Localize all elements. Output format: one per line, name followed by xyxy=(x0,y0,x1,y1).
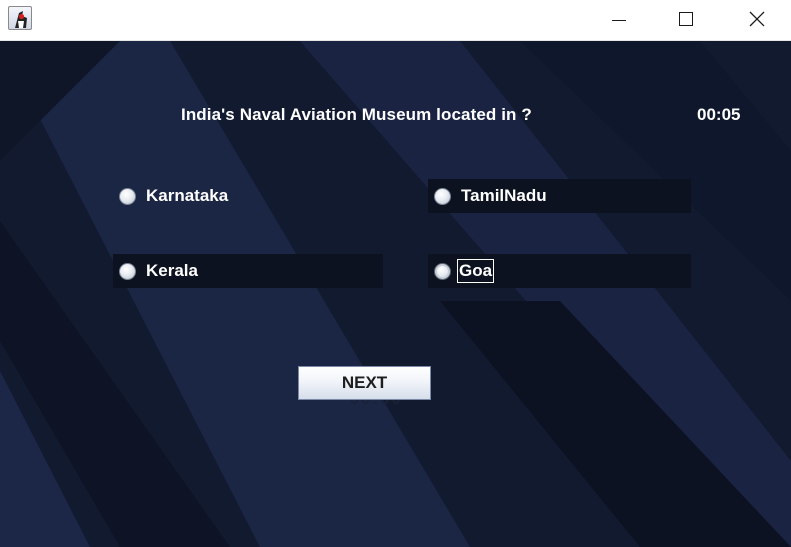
quiz-panel: India's Naval Aviation Museum located in… xyxy=(0,41,791,547)
next-button[interactable]: NEXT xyxy=(298,366,431,400)
close-icon xyxy=(749,11,765,27)
radio-button[interactable] xyxy=(119,187,136,205)
countdown-timer: 00:05 xyxy=(697,105,741,124)
option-karnataka[interactable]: Karnataka xyxy=(113,179,383,213)
option-label: TamilNadu xyxy=(461,186,547,205)
option-label: Karnataka xyxy=(146,186,229,205)
window-titlebar xyxy=(0,0,791,41)
option-goa[interactable]: Goa xyxy=(428,254,691,288)
option-kerala[interactable]: Kerala xyxy=(113,254,383,288)
maximize-button[interactable] xyxy=(663,0,709,38)
minimize-icon xyxy=(612,19,626,21)
option-tamilnadu[interactable]: TamilNadu xyxy=(428,179,691,213)
radio-button[interactable] xyxy=(434,262,451,280)
option-label: Kerala xyxy=(146,261,198,280)
java-duke-icon xyxy=(8,6,32,30)
option-label: Goa xyxy=(456,259,495,283)
question-text: India's Naval Aviation Museum located in… xyxy=(181,105,532,124)
maximize-icon xyxy=(679,12,693,26)
minimize-button[interactable] xyxy=(596,0,642,38)
close-button[interactable] xyxy=(734,0,780,38)
radio-button[interactable] xyxy=(434,187,451,205)
radio-button[interactable] xyxy=(119,262,136,280)
